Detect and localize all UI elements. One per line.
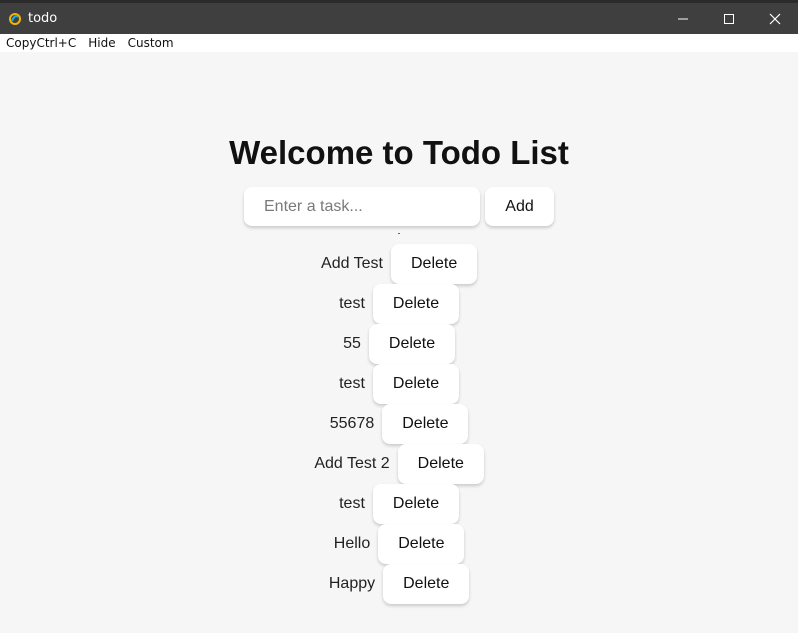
todo-item: Hello Delete [0, 524, 798, 564]
todo-item: Add Test 2 Delete [0, 444, 798, 484]
todo-text: Add Test [321, 255, 383, 272]
delete-button[interactable]: Delete [378, 524, 465, 564]
divider-dot [398, 233, 400, 234]
todo-item: 55678 Delete [0, 404, 798, 444]
todo-item: Happy Delete [0, 564, 798, 604]
window-controls [660, 3, 798, 34]
todo-text: test [339, 495, 365, 512]
delete-button[interactable]: Delete [368, 324, 455, 364]
minimize-icon [678, 18, 688, 19]
todo-item: test Delete [0, 484, 798, 524]
menu-bar: CopyCtrl+C Hide Custom [0, 34, 798, 52]
delete-button[interactable]: Delete [382, 404, 469, 444]
menu-item-copy[interactable]: CopyCtrl+C [0, 34, 82, 52]
add-button[interactable]: Add [485, 187, 554, 226]
todo-item: Add Test Delete [0, 244, 798, 284]
title-bar[interactable]: todo [0, 0, 798, 34]
todo-item: test Delete [0, 284, 798, 324]
todo-text: 55 [343, 335, 361, 352]
add-task-form: Add [244, 187, 554, 226]
todo-text: test [339, 295, 365, 312]
todo-item: 55 Delete [0, 324, 798, 364]
task-input[interactable] [244, 187, 480, 226]
main-content: Welcome to Todo List Add Add Test Delete… [0, 52, 798, 633]
maximize-button[interactable] [706, 3, 752, 34]
menu-item-custom[interactable]: Custom [122, 34, 180, 52]
maximize-icon [724, 13, 734, 24]
todo-item: test Delete [0, 364, 798, 404]
delete-button[interactable]: Delete [397, 444, 484, 484]
todo-text: Add Test 2 [314, 455, 390, 472]
todo-list: Add Test Delete test Delete 55 Delete te… [0, 244, 798, 604]
close-icon [769, 13, 781, 24]
delete-button[interactable]: Delete [372, 364, 459, 404]
delete-button[interactable]: Delete [372, 284, 459, 324]
delete-button[interactable]: Delete [372, 484, 459, 524]
app-logo-icon [8, 12, 22, 26]
page-title: Welcome to Todo List [229, 134, 569, 171]
delete-button[interactable]: Delete [390, 244, 477, 284]
app-window: todo CopyCtrl+C Hide Custom Welcome to T… [0, 0, 798, 633]
todo-text: 55678 [329, 415, 375, 432]
delete-button[interactable]: Delete [383, 564, 470, 604]
todo-text: test [339, 375, 365, 392]
todo-text: Happy [328, 575, 376, 592]
close-button[interactable] [752, 3, 798, 34]
todo-text: Hello [333, 535, 371, 552]
minimize-button[interactable] [660, 3, 706, 34]
window-title: todo [28, 11, 58, 26]
menu-item-hide[interactable]: Hide [82, 34, 121, 52]
